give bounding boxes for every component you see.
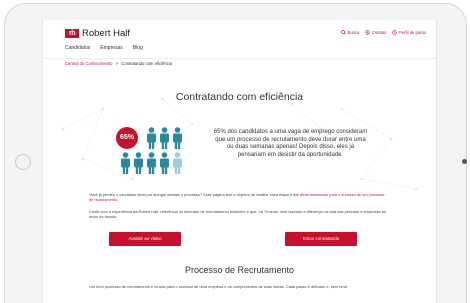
hero-section: Contratando com eficiência 65% 65% dos c… [43,69,436,209]
clock-icon [392,30,398,35]
home-button[interactable] [15,154,31,170]
person-icon [160,152,169,174]
page-title: Contratando com eficiência [175,91,304,103]
intro-text: Você já perdeu o candidato ideal por alo… [89,192,300,197]
experience-paragraph: Conte com a experiência da Robert Half, … [89,209,386,219]
breadcrumb-current: Contratando com eficiência [121,61,173,66]
nav-item-blog[interactable]: Blog [133,45,143,51]
location-pin-icon [365,30,370,35]
person-icon [147,152,156,174]
person-icon [147,127,156,149]
logo-mark: rh [65,28,79,38]
section-title-recruitment: Processo de Recrutamento [184,265,295,275]
nav-item-candidatos[interactable]: Candidatos [65,45,90,51]
search-icon [341,30,346,35]
breadcrumb-parent[interactable]: Central do Conhecimento [65,61,113,66]
browser-screen: rh Robert Half Busca Contato Perfil de p… [42,20,437,303]
intro-paragraph: Você já perdeu o candidato ideal por alo… [89,192,389,202]
utility-links: Busca Contato Perfil de ponto [341,30,426,35]
recruitment-paragraph: Um bom processo de recrutamento é crucia… [89,284,347,289]
search-link[interactable]: Busca [341,30,359,35]
statistic-text: 65% dos candidatos a uma vaga de emprego… [213,129,368,158]
logo-text: Robert Half [82,27,131,39]
person-icon [173,152,182,174]
search-label: Busca [347,30,360,35]
hiring-button[interactable]: Estou contratando [285,232,357,246]
camera-dot [462,159,467,164]
profile-link[interactable]: Perfil de ponto [392,30,426,35]
contact-label: Contato [371,30,387,35]
watch-video-button[interactable]: Assistir ao vídeo [109,232,181,246]
person-icon [173,127,182,149]
percent-badge: 65% [116,127,138,149]
logo[interactable]: rh Robert Half [65,27,131,39]
main-nav: Candidatos Empresas Blog [65,45,143,51]
person-icon [134,152,143,174]
profile-label: Perfil de ponto [398,30,426,35]
person-icon [121,152,130,174]
breadcrumb-separator: > [115,61,119,66]
site-header: rh Robert Half Busca Contato Perfil de p… [43,20,436,58]
contact-link[interactable]: Contato [365,30,386,35]
person-icon [160,127,169,149]
nav-item-empresas[interactable]: Empresas [100,45,123,51]
